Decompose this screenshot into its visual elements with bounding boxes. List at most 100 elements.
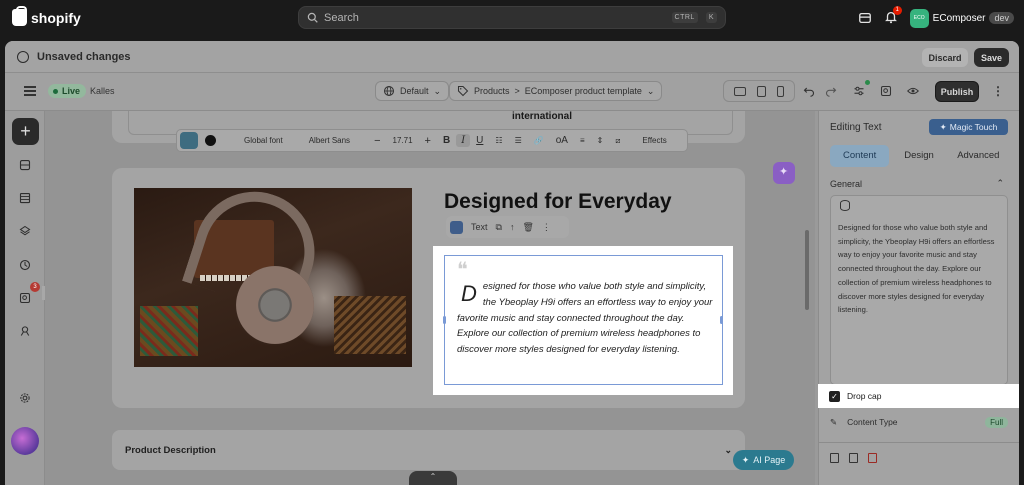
drop-cap-option[interactable]: ✓ Drop cap [818,384,1019,408]
bold-button[interactable]: B [437,135,456,146]
gear-icon[interactable] [19,392,31,404]
tab-content[interactable]: Content [830,145,890,167]
tab-advanced[interactable]: Advanced [949,145,1008,167]
more-icon[interactable]: ⋮ [542,222,551,233]
general-section-header[interactable]: General ⌃ [830,178,1008,189]
search-elements-icon[interactable] [19,292,31,304]
store-avatar: ECO [909,8,929,28]
desktop-icon[interactable] [733,86,746,96]
tag-icon [457,85,469,97]
drop-cap-label: Drop cap [847,391,882,401]
settings-sliders-icon[interactable] [853,85,865,97]
globe-icon [383,85,395,97]
layout-select[interactable]: Default ⌄ [375,81,450,101]
search-bar[interactable]: Search CTRL K [298,6,726,29]
publish-button[interactable]: Publish [935,81,979,102]
duplicate-icon[interactable]: ⧉ [496,222,502,233]
general-section-label: General [830,179,863,189]
sections-icon[interactable] [19,159,31,171]
ai-assistant-orb[interactable] [11,427,39,455]
tab-design[interactable]: Design [889,145,948,167]
panel-title: Editing Text [830,122,882,133]
layers-list-icon[interactable] [19,192,31,204]
chevron-down-icon: ⌄ [433,85,442,96]
font-family-select[interactable]: Albert Sans [303,136,356,145]
resize-handle-left[interactable] [443,316,446,324]
redo-icon[interactable] [825,85,837,97]
ordered-list-icon[interactable]: ☷ [489,136,508,145]
notification-badge: 1 [892,5,902,15]
template-select[interactable]: Products > EComposer product template ⌄ [449,81,663,101]
text-format-toolbar: Global font Albert Sans − 17.71 + B I U … [176,129,688,152]
align-left-icon[interactable]: ≡ [574,136,591,145]
underline-button[interactable]: U [470,135,489,146]
font-size-increase[interactable]: + [419,135,437,147]
font-scope-select[interactable]: Global font [238,136,289,145]
notifications-button[interactable]: 1 [884,5,902,27]
section-heading[interactable]: Designed for Everyday [444,190,672,214]
text-color-swatch[interactable] [205,135,216,146]
pencil-icon: ✎ [830,416,838,427]
history-icon[interactable] [19,259,31,271]
store-switcher[interactable]: ECO EComposer dev [909,8,1014,28]
search-icon [307,12,318,23]
save-button[interactable]: Save [974,48,1009,67]
text-element-content[interactable]: Designed for those who value both style … [457,279,717,358]
effects-button[interactable]: Effects [636,136,672,145]
discard-button[interactable]: Discard [922,48,968,67]
dynamic-source-icon[interactable] [840,200,850,211]
move-up-icon[interactable]: ↑ [510,222,515,232]
edit-text-icon[interactable] [180,132,198,149]
store-name: EComposer [932,12,986,24]
italic-button[interactable]: I [456,134,471,147]
more-options-icon[interactable]: ⋮ [992,84,1004,98]
drop-cap-checkbox[interactable]: ✓ [829,390,840,402]
trash-icon[interactable]: 🗑 [522,222,533,233]
font-size-decrease[interactable]: − [368,135,386,147]
clear-format-icon[interactable]: ⧄ [609,136,626,146]
ai-page-button[interactable]: ✦ AI Page [733,450,794,470]
live-status-badge: Live [48,84,87,98]
layers-icon[interactable] [19,225,31,237]
ai-magic-icon[interactable] [773,162,795,184]
text-body: esigned for those who value both style a… [457,281,713,356]
undo-icon[interactable] [803,85,815,97]
magic-touch-button[interactable]: ✦ Magic Touch [929,119,1008,135]
product-description-label: Product Description [125,444,216,456]
product-image[interactable] [134,188,412,367]
breadcrumb-current: EComposer product template [524,86,642,96]
canvas-scrollbar[interactable] [805,230,809,310]
delete-icon[interactable] [868,453,877,463]
resize-handle-right[interactable] [720,316,723,324]
apps-icon[interactable] [19,325,31,337]
copy-icon[interactable] [830,453,839,463]
eye-icon[interactable] [907,85,919,97]
content-type-row[interactable]: ✎ Content Type Full [830,414,1008,430]
link-icon[interactable]: 🔗 [528,136,550,145]
content-type-label: Content Type [847,417,898,427]
chevron-down-icon: ⌄ [646,85,655,96]
text-case-button[interactable]: oA [550,135,574,146]
store-icon[interactable] [858,11,872,25]
preview-search-icon[interactable] [880,85,892,97]
tablet-icon[interactable] [756,85,766,97]
font-size-value[interactable]: 17.71 [387,136,419,145]
product-description-accordion[interactable]: Product Description ⌄ [112,430,745,470]
breadcrumb-parent: Products [474,86,510,96]
element-type-label: Text [471,222,488,232]
shopify-logo[interactable]: shopify [12,6,81,26]
theme-name: Kalles [90,86,115,96]
add-element-button[interactable]: + [12,118,39,145]
line-height-icon[interactable]: ⇕ [591,136,610,145]
ai-page-label: AI Page [753,455,786,465]
expand-bottom-tab[interactable]: ⌃ [409,471,457,485]
bullet-list-icon[interactable]: ☰ [509,136,528,145]
menu-icon[interactable] [24,86,36,96]
search-placeholder: Search [324,11,359,24]
text-content-value: Designed for those who value both style … [838,223,995,315]
top-card-text: international [512,111,573,122]
magic-touch-label: Magic Touch [949,122,998,132]
save-as-icon[interactable] [849,453,858,463]
text-element-icon [450,220,463,234]
mobile-icon[interactable] [777,85,785,97]
